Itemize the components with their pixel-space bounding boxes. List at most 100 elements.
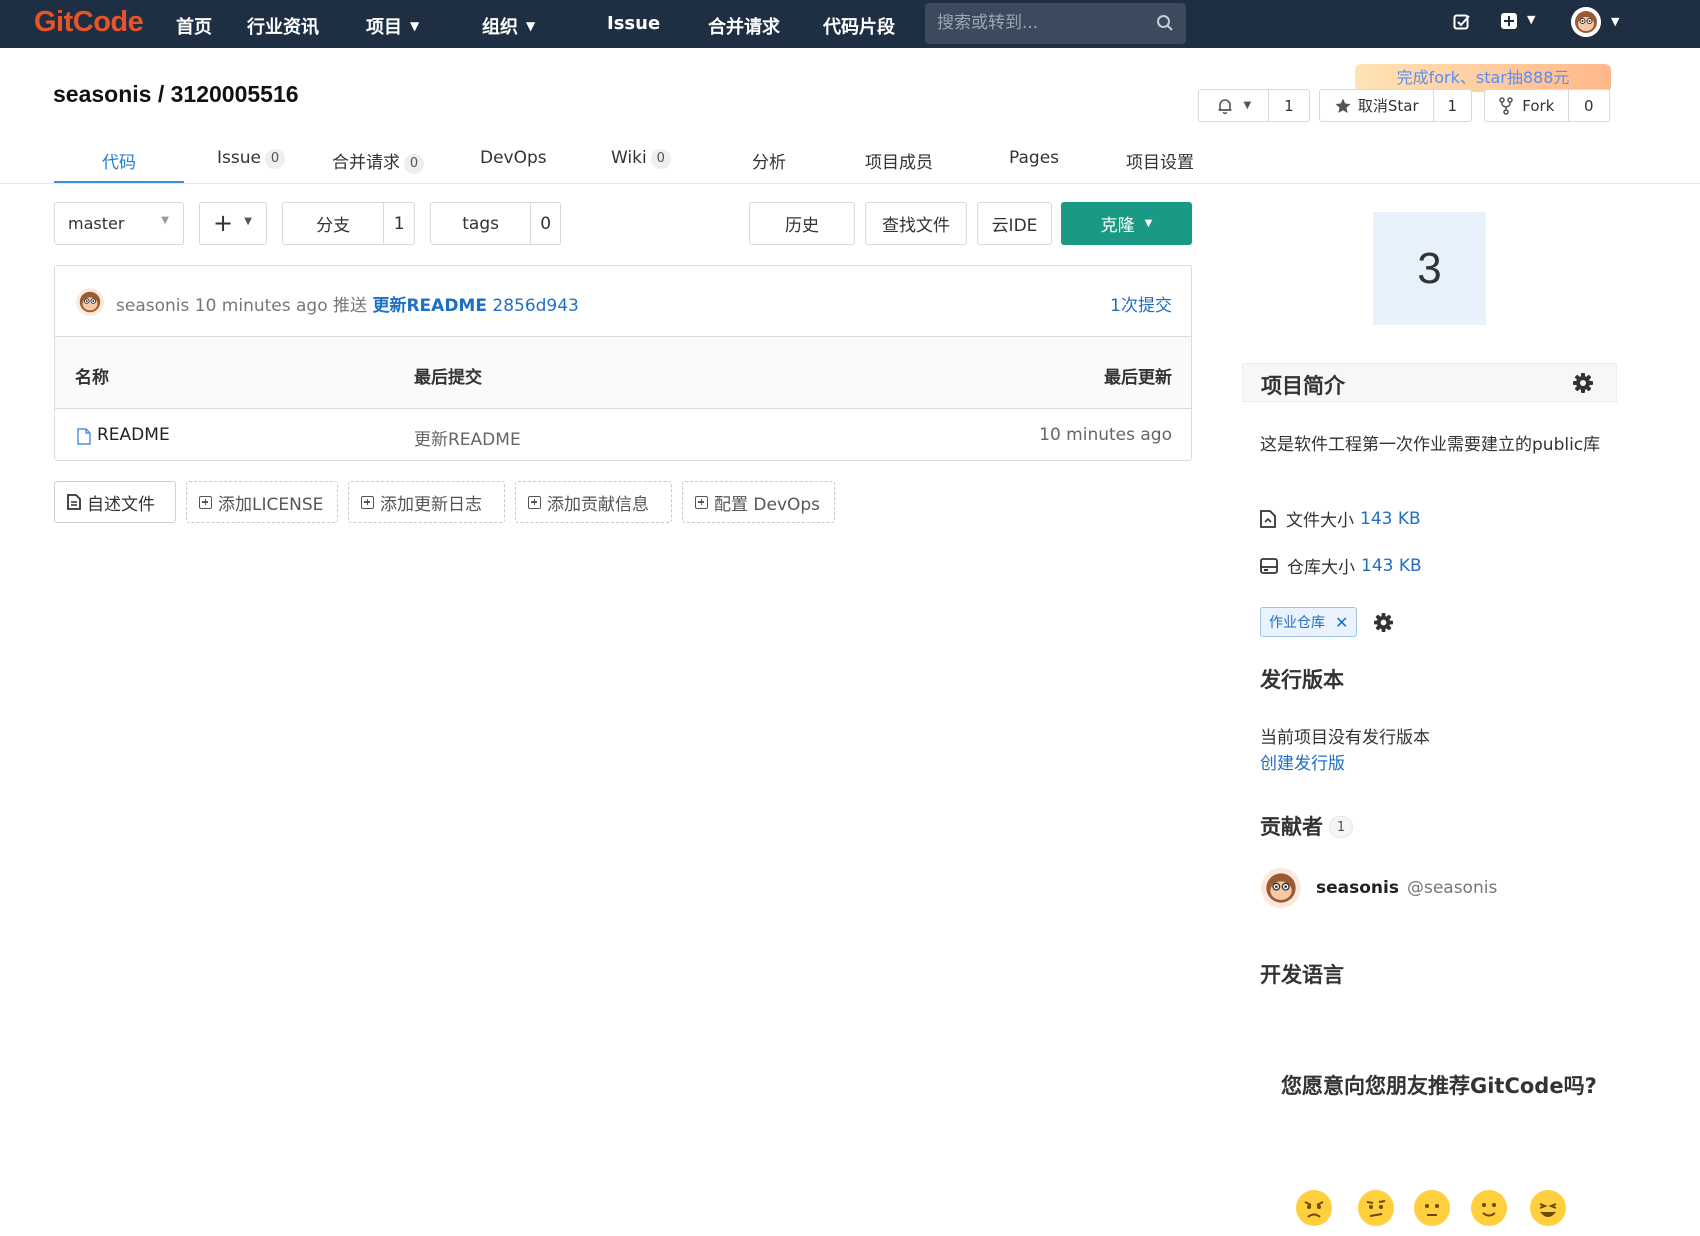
- star-button-group: 取消Star 1: [1319, 89, 1472, 122]
- tab-merge-requests[interactable]: 合并请求 0: [332, 148, 424, 174]
- bell-icon: [1218, 98, 1232, 114]
- tab-issue[interactable]: Issue 0: [217, 148, 285, 169]
- file-size-icon: [1260, 509, 1276, 528]
- contributor-name[interactable]: seasonis @seasonis: [1316, 878, 1497, 898]
- gear-icon[interactable]: [1373, 612, 1394, 633]
- releases-title: 发行版本: [1260, 668, 1344, 692]
- commit-message[interactable]: 更新README: [372, 296, 487, 316]
- plus-square-icon: [1501, 13, 1517, 29]
- commit-count-link[interactable]: 1次提交: [1110, 291, 1172, 316]
- create-new-menu[interactable]: ▼: [1500, 12, 1535, 35]
- contributor-avatar[interactable]: [1261, 868, 1301, 908]
- nav-orgs-label: 组织: [482, 17, 518, 38]
- smile-face-icon[interactable]: [1471, 1190, 1507, 1226]
- tab-wiki-label: Wiki: [611, 148, 647, 168]
- create-release-link[interactable]: 创建发行版: [1260, 749, 1345, 774]
- unstar-label: 取消Star: [1357, 97, 1419, 115]
- gitcode-logo[interactable]: GitCode: [34, 6, 144, 39]
- commit-time: 10 minutes ago: [194, 296, 328, 316]
- commit-sha[interactable]: 2856d943: [492, 296, 579, 316]
- search-input[interactable]: [937, 11, 1147, 35]
- branches-count[interactable]: 1: [384, 203, 414, 244]
- todo-check-icon[interactable]: [1453, 13, 1471, 31]
- confused-face-icon[interactable]: [1358, 1190, 1394, 1226]
- fork-button[interactable]: Fork: [1485, 90, 1568, 121]
- file-last-commit[interactable]: 更新README: [414, 425, 521, 450]
- tab-analytics[interactable]: 分析: [752, 148, 786, 173]
- fork-count[interactable]: 0: [1569, 90, 1609, 121]
- monkey-avatar-icon: [1261, 868, 1301, 908]
- add-changelog-button[interactable]: 添加更新日志: [348, 481, 505, 523]
- gear-icon[interactable]: [1572, 372, 1594, 394]
- branches-button[interactable]: 分支: [283, 203, 383, 244]
- nav-snippets[interactable]: 代码片段: [823, 13, 895, 39]
- fork-label: Fork: [1522, 96, 1555, 115]
- file-name[interactable]: README: [97, 425, 170, 445]
- chevron-down-icon[interactable]: ▼: [1611, 15, 1619, 28]
- laughing-face-icon[interactable]: [1530, 1190, 1566, 1226]
- nav-issue[interactable]: Issue: [607, 13, 660, 34]
- angry-face-icon[interactable]: [1296, 1190, 1332, 1226]
- storage-icon: [1260, 557, 1278, 574]
- tags-count[interactable]: 0: [531, 203, 560, 244]
- unstar-button[interactable]: 取消Star: [1320, 90, 1433, 121]
- tab-wiki-count: 0: [650, 149, 671, 169]
- tab-devops[interactable]: DevOps: [480, 148, 547, 168]
- nav-projects[interactable]: 项目 ▼: [366, 13, 419, 39]
- nav-merge-requests[interactable]: 合并请求: [708, 13, 780, 39]
- topic-tag[interactable]: 作业仓库 ✕: [1260, 607, 1358, 637]
- branch-select[interactable]: master ▼: [54, 202, 184, 245]
- column-last-commit: 最后提交: [414, 368, 482, 388]
- repo-size-line: 仓库大小 143 KB: [1260, 553, 1422, 578]
- tab-settings[interactable]: 项目设置: [1126, 148, 1194, 173]
- search-box: [925, 3, 1186, 44]
- fork-icon: [1499, 96, 1514, 115]
- clone-label: 克隆: [1100, 216, 1135, 236]
- watch-count[interactable]: 1: [1269, 90, 1309, 121]
- recommend-question: 您愿意向您朋友推荐GitCode吗?: [1281, 1074, 1597, 1098]
- add-contributing-button[interactable]: 添加贡献信息: [515, 481, 672, 523]
- tab-issue-count: 0: [264, 149, 285, 169]
- clone-button[interactable]: 克隆 ▼: [1061, 202, 1192, 245]
- readme-button[interactable]: 自述文件: [54, 481, 176, 523]
- contributor-handle: @seasonis: [1406, 878, 1498, 898]
- nav-industry-news[interactable]: 行业资讯: [247, 13, 319, 39]
- promo-banner[interactable]: 完成fork、star抽888元: [1355, 64, 1611, 92]
- column-name: 名称: [75, 368, 109, 388]
- commit-author[interactable]: seasonis: [116, 296, 189, 316]
- add-file-dropdown[interactable]: + ▼: [199, 202, 267, 245]
- tab-merge-requests-label: 合并请求: [332, 153, 400, 173]
- cloud-ide-button[interactable]: 云IDE: [977, 202, 1052, 245]
- add-license-button[interactable]: 添加LICENSE: [186, 481, 338, 523]
- user-avatar[interactable]: [1571, 7, 1601, 37]
- search-icon[interactable]: [1156, 14, 1174, 32]
- commit-action: 推送: [333, 296, 368, 316]
- watch-button[interactable]: ▼: [1199, 90, 1268, 121]
- tab-pages[interactable]: Pages: [1009, 148, 1059, 168]
- find-file-button[interactable]: 查找文件: [865, 202, 967, 245]
- branch-name: master: [68, 214, 125, 233]
- file-size-line: 文件大小 143 KB: [1260, 506, 1421, 531]
- monkey-avatar-icon: [1571, 7, 1601, 37]
- repo-size-value: 143 KB: [1361, 555, 1422, 576]
- configure-devops-button[interactable]: 配置 DevOps: [682, 481, 835, 523]
- nav-orgs[interactable]: 组织 ▼: [482, 13, 535, 39]
- nav-home[interactable]: 首页: [176, 13, 212, 39]
- table-row[interactable]: README 更新README 10 minutes ago: [55, 409, 1191, 462]
- star-count[interactable]: 1: [1434, 90, 1472, 121]
- star-icon: [1335, 98, 1351, 113]
- tab-merge-requests-count: 0: [404, 154, 424, 174]
- contributors-label: 贡献者: [1260, 815, 1323, 839]
- close-icon[interactable]: ✕: [1335, 613, 1348, 632]
- tab-wiki[interactable]: Wiki 0: [611, 148, 671, 169]
- configure-devops-label: 配置 DevOps: [714, 494, 821, 515]
- repo-title[interactable]: seasonis / 3120005516: [53, 81, 299, 108]
- tab-code[interactable]: 代码: [102, 148, 136, 173]
- commit-author-avatar[interactable]: [76, 288, 104, 316]
- tab-members[interactable]: 项目成员: [865, 148, 933, 173]
- tags-button[interactable]: tags: [431, 203, 530, 244]
- plus-square-icon: [528, 495, 541, 509]
- chevron-down-icon: ▼: [526, 19, 536, 33]
- history-button[interactable]: 历史: [749, 202, 855, 245]
- neutral-face-icon[interactable]: [1414, 1190, 1450, 1226]
